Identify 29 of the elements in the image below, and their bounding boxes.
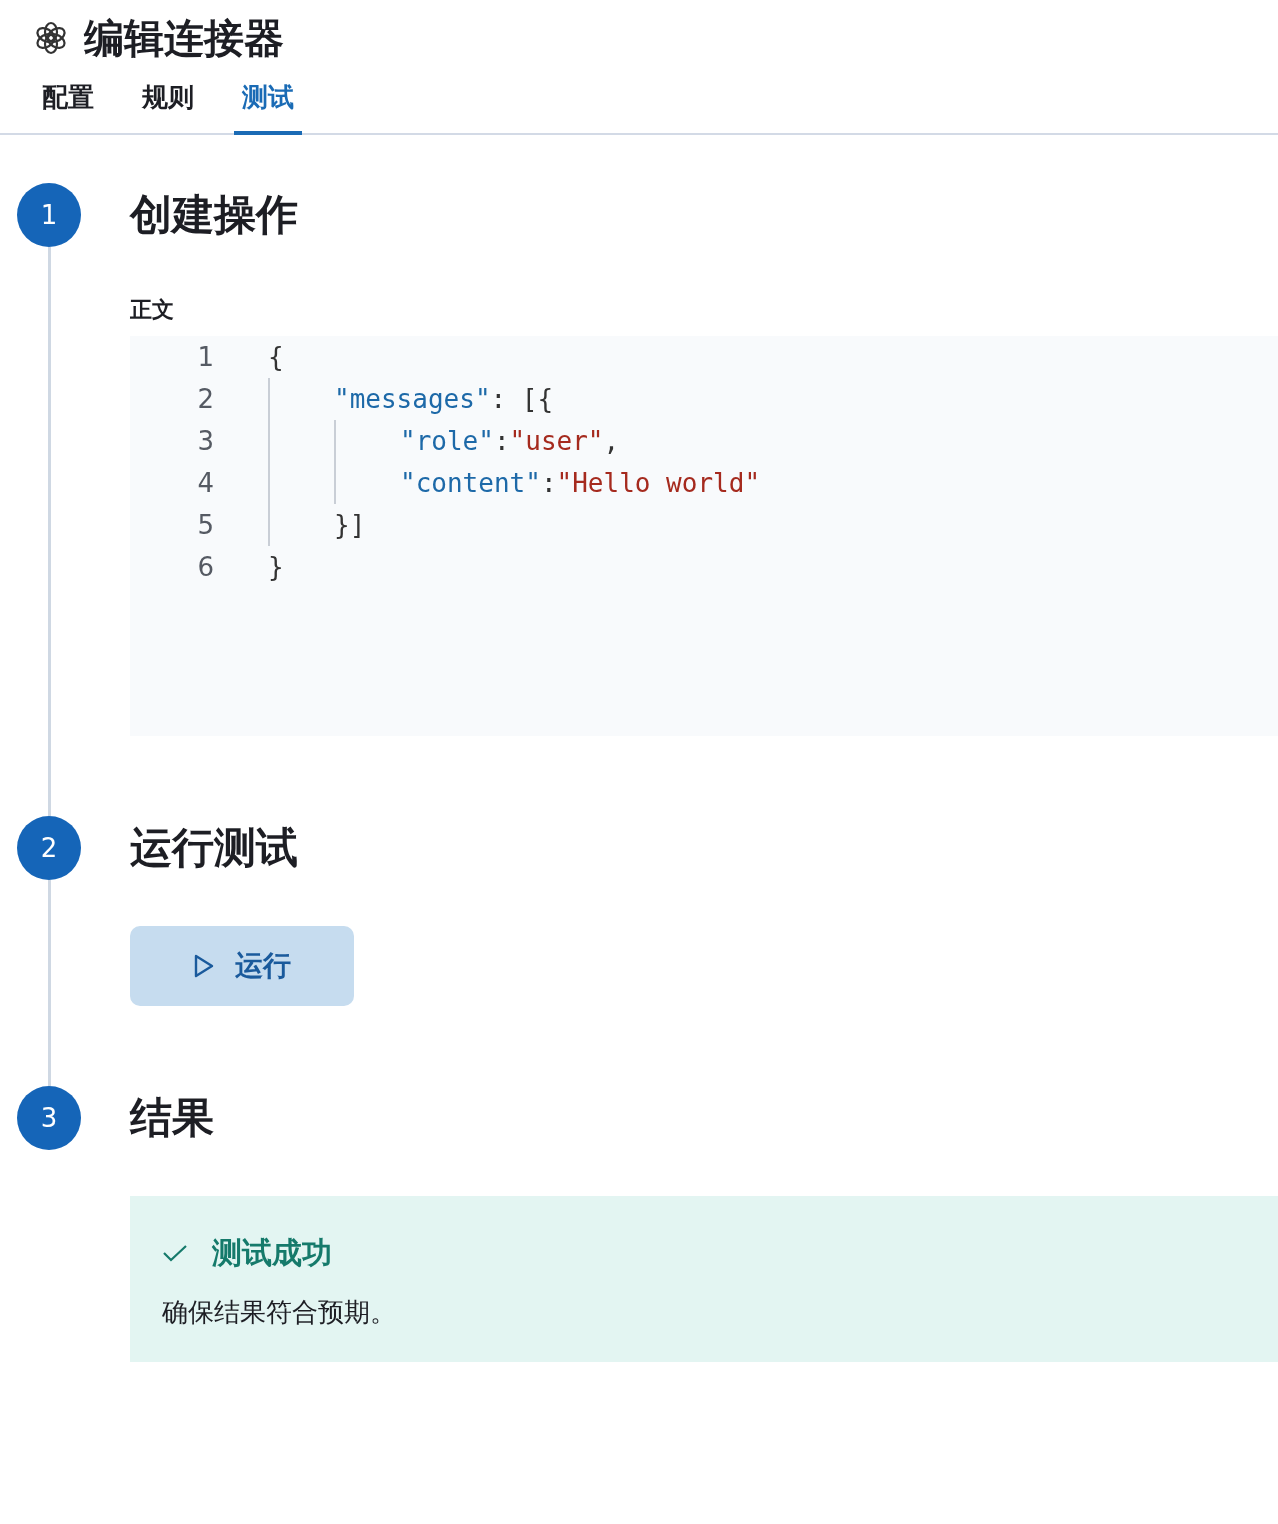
code-line: "role":"user", (400, 424, 620, 458)
check-icon (162, 1242, 188, 1263)
tab[interactable]: 配置 (34, 74, 102, 135)
tab[interactable]: 规则 (134, 74, 202, 135)
step-number: 3 (17, 1086, 81, 1150)
code-line: { (268, 340, 284, 374)
line-number: 2 (196, 382, 214, 416)
code-editor[interactable]: 1 { 2 "messages": [{ 3 "role":"user", 4 "content":"Hello world" 5 }] 6 } (130, 336, 1278, 736)
line-number: 3 (196, 424, 214, 458)
code-line: }] (334, 508, 366, 542)
step-title: 运行测试 (130, 822, 299, 874)
step-title: 创建操作 (130, 189, 299, 241)
code-line: } (268, 550, 284, 584)
callout-text: 确保结果符合预期。 (162, 1296, 397, 1329)
step-title: 结果 (130, 1092, 215, 1144)
code-line: "messages": [{ (334, 382, 554, 416)
code-line: "content":"Hello world" (400, 466, 761, 500)
play-icon (193, 953, 215, 979)
field-label: 正文 (130, 296, 175, 324)
line-number: 5 (196, 508, 214, 542)
step-number: 2 (17, 816, 81, 880)
step-number: 1 (17, 183, 81, 247)
callout-title: 测试成功 (212, 1234, 332, 1272)
line-number: 4 (196, 466, 214, 500)
page-title: 编辑连接器 (84, 14, 284, 62)
line-number: 6 (196, 550, 214, 584)
tab[interactable]: 测试 (234, 74, 302, 135)
run-button[interactable]: 运行 (130, 926, 354, 1006)
line-number: 1 (196, 340, 214, 374)
